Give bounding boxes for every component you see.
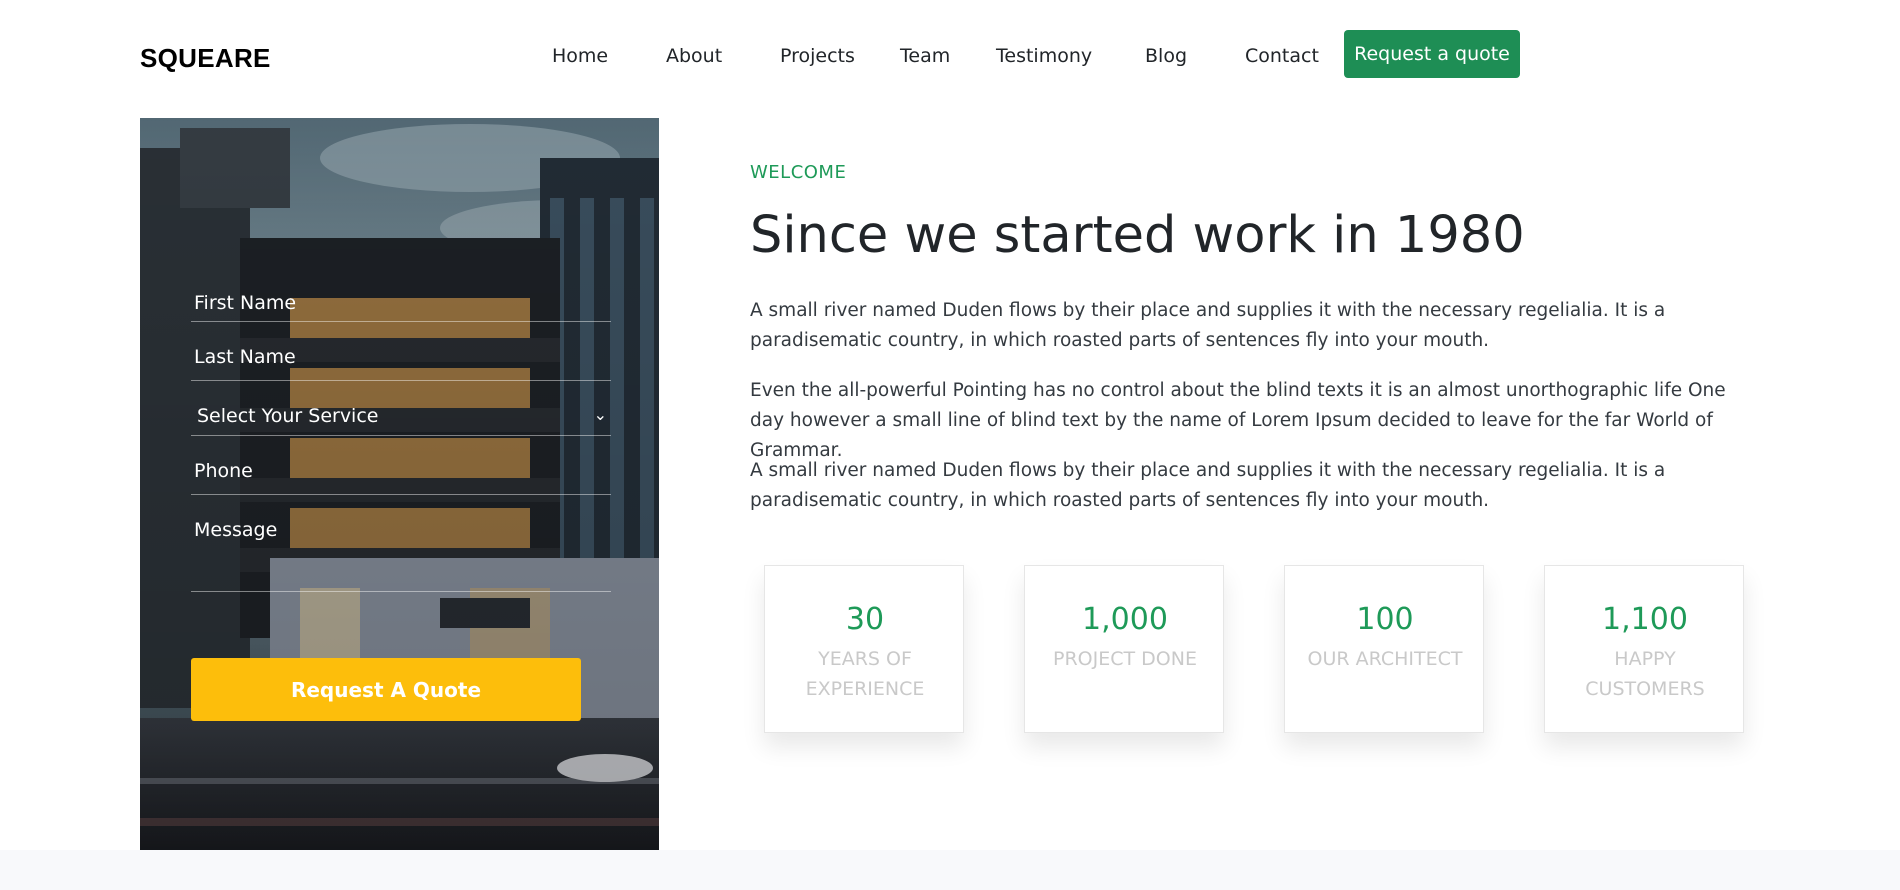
stat-card: 30 YEARS OF EXPERIENCE <box>764 565 964 733</box>
about-paragraph-2: Even the all-powerful Pointing has no co… <box>750 380 1726 461</box>
message-placeholder: Message <box>194 519 278 541</box>
phone-field[interactable]: Phone <box>191 436 611 495</box>
stat-label: HAPPY CUSTOMERS <box>1585 648 1705 700</box>
last-name-field[interactable]: Last Name <box>191 322 611 381</box>
about-paragraph-3: A small river named Duden flows by their… <box>750 460 1666 511</box>
about-title: Since we started work in 1980 <box>750 206 1525 265</box>
service-select[interactable]: Select Your Service ⌄ <box>191 381 611 436</box>
stat-value: 1,100 <box>1602 602 1688 637</box>
nav-about[interactable]: About <box>666 45 722 67</box>
stat-value: 30 <box>845 602 885 637</box>
last-name-placeholder: Last Name <box>194 346 296 368</box>
brand-logo[interactable]: SQUEARE <box>140 43 271 74</box>
welcome-eyebrow: WELCOME <box>750 162 847 183</box>
nav-blog[interactable]: Blog <box>1145 45 1187 67</box>
stat-label: YEARS OF EXPERIENCE <box>805 648 925 700</box>
hero-image-panel: First Name Last Name Select Your Service… <box>140 118 659 850</box>
stat-card: 100 OUR ARCHITECT <box>1284 565 1484 733</box>
about-paragraph-1: A small river named Duden flows by their… <box>750 300 1666 351</box>
stat-value: 100 <box>1356 602 1414 637</box>
stat-card: 1,100 HAPPY CUSTOMERS <box>1544 565 1744 733</box>
phone-placeholder: Phone <box>194 460 253 482</box>
service-select-value: Select Your Service <box>197 405 379 427</box>
stat-label: OUR ARCHITECT <box>1307 648 1463 670</box>
stat-value: 1,000 <box>1082 602 1168 637</box>
stat-label: PROJECT DONE <box>1053 648 1197 670</box>
nav-home[interactable]: Home <box>552 45 608 67</box>
chevron-down-icon: ⌄ <box>593 405 607 424</box>
navbar: SQUEARE Home About Projects Team Testimo… <box>0 0 1900 110</box>
nav-contact[interactable]: Contact <box>1245 45 1319 67</box>
nav-team[interactable]: Team <box>900 45 950 67</box>
request-quote-submit-button[interactable]: Request A Quote <box>191 658 581 721</box>
nav-testimony[interactable]: Testimony <box>996 45 1092 67</box>
nav-projects[interactable]: Projects <box>780 45 855 67</box>
first-name-field[interactable]: First Name <box>191 268 611 322</box>
first-name-placeholder: First Name <box>194 292 297 314</box>
next-section-band <box>0 850 1900 890</box>
message-textarea[interactable]: Message <box>191 495 611 592</box>
request-quote-nav-button[interactable]: Request a quote <box>1344 30 1520 78</box>
stat-card: 1,000 PROJECT DONE <box>1024 565 1224 733</box>
